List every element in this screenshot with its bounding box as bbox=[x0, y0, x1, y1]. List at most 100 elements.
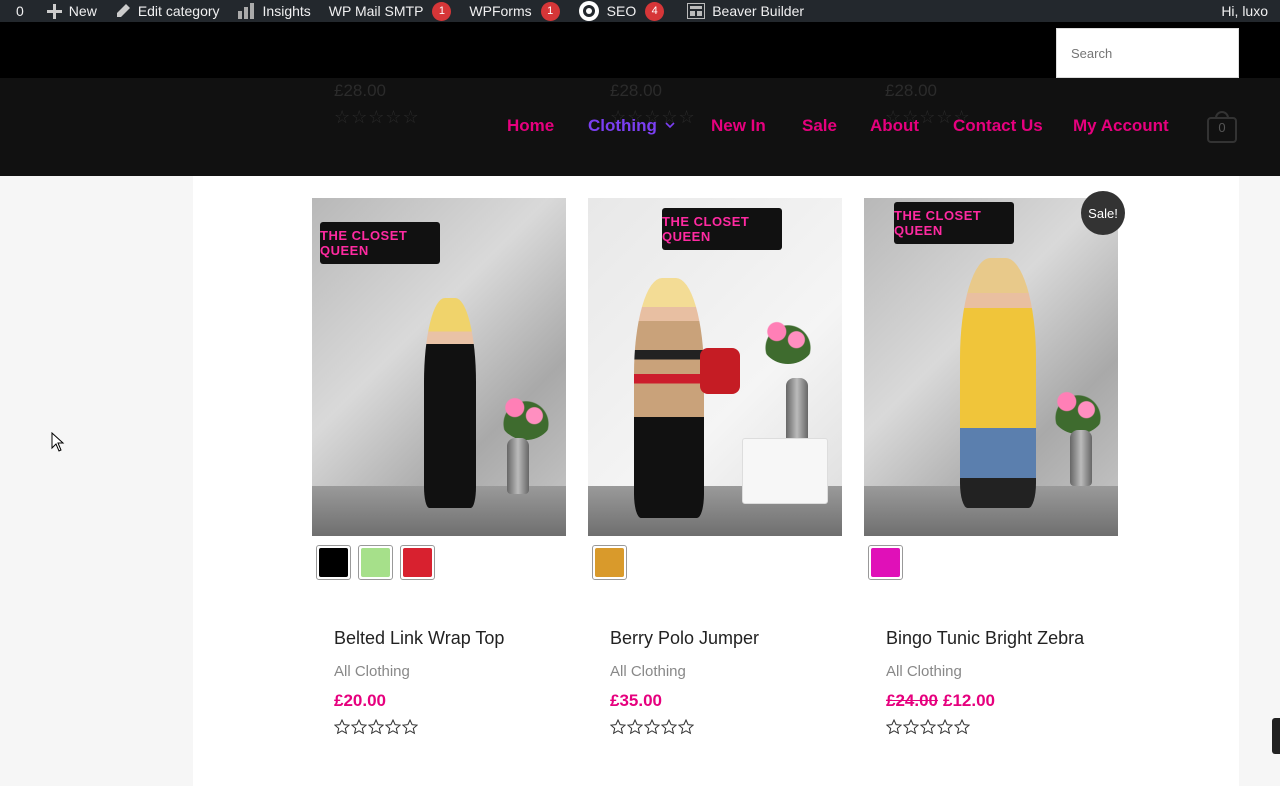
model-figure bbox=[960, 258, 1036, 508]
product-title[interactable]: Berry Polo Jumper bbox=[588, 628, 842, 649]
product-title[interactable]: Belted Link Wrap Top bbox=[312, 628, 566, 649]
product-image[interactable]: THE CLOSET QUEEN bbox=[864, 198, 1118, 536]
new-label: New bbox=[68, 3, 97, 19]
wp-mail-smtp-button[interactable]: WP Mail SMTP 1 bbox=[320, 0, 461, 22]
edit-category-label: Edit category bbox=[137, 3, 220, 19]
admin-counter[interactable]: 0 bbox=[0, 0, 33, 22]
star-icon bbox=[661, 719, 677, 735]
product-category: All Clothing bbox=[610, 663, 686, 680]
flowers bbox=[498, 386, 554, 440]
cart-count: 0 bbox=[1218, 120, 1226, 135]
greeting-label: Hi, luxo bbox=[1221, 3, 1268, 19]
nav-new-in[interactable]: New In bbox=[711, 116, 766, 136]
mouse-cursor-icon bbox=[51, 432, 65, 452]
product-category: All Clothing bbox=[886, 663, 962, 680]
star-icon bbox=[334, 719, 350, 735]
model-figure bbox=[424, 298, 476, 508]
nav-home[interactable]: Home bbox=[507, 116, 554, 136]
flowers bbox=[1050, 380, 1106, 434]
old-price: £24.00 bbox=[886, 691, 938, 710]
product-card: THE CLOSET QUEEN Bingo Tunic Bright Zebr… bbox=[864, 198, 1118, 735]
vase bbox=[507, 438, 529, 494]
nav-my-account[interactable]: My Account bbox=[1073, 116, 1169, 136]
price-value: £20.00 bbox=[334, 691, 386, 710]
star-icon bbox=[886, 719, 902, 735]
nav-clothing-label: Clothing bbox=[588, 116, 657, 135]
color-swatches bbox=[588, 545, 842, 580]
flowers bbox=[760, 310, 816, 364]
new-button[interactable]: New bbox=[33, 0, 106, 22]
swatch-green[interactable] bbox=[358, 545, 393, 580]
nav-clothing[interactable]: Clothing bbox=[588, 116, 675, 136]
star-icon bbox=[385, 719, 401, 735]
layout-icon bbox=[687, 3, 706, 19]
wpforms-label: WPForms bbox=[469, 3, 532, 19]
swatch-fill bbox=[871, 548, 900, 577]
seo-label: SEO bbox=[606, 3, 637, 19]
swatch-fill bbox=[361, 548, 390, 577]
product-category: All Clothing bbox=[334, 663, 410, 680]
star-icon bbox=[678, 719, 694, 735]
swatch-black[interactable] bbox=[316, 545, 351, 580]
account-greeting[interactable]: Hi, luxo bbox=[1212, 0, 1280, 22]
edit-category-button[interactable]: Edit category bbox=[106, 0, 229, 22]
star-icon bbox=[610, 719, 626, 735]
star-icon bbox=[903, 719, 919, 735]
store-sign: THE CLOSET QUEEN bbox=[894, 202, 1014, 244]
swatch-mustard[interactable] bbox=[592, 545, 627, 580]
ghost-price: £28.00 bbox=[610, 81, 662, 100]
swatch-magenta[interactable] bbox=[868, 545, 903, 580]
color-swatches bbox=[864, 545, 1118, 580]
seo-count: 4 bbox=[645, 1, 665, 21]
product-image[interactable]: THE CLOSET QUEEN bbox=[312, 198, 566, 536]
beaver-builder-button[interactable]: Beaver Builder bbox=[673, 0, 813, 22]
color-swatches bbox=[312, 545, 566, 580]
vase bbox=[786, 378, 808, 442]
gear-icon bbox=[578, 1, 599, 21]
swatch-fill bbox=[319, 548, 348, 577]
pencil-icon bbox=[116, 4, 130, 17]
product-image[interactable]: THE CLOSET QUEEN bbox=[588, 198, 842, 536]
store-sign: THE CLOSET QUEEN bbox=[320, 222, 440, 264]
price-value: £35.00 bbox=[610, 691, 662, 710]
swatch-fill bbox=[595, 548, 624, 577]
product-price: £20.00 bbox=[312, 691, 566, 711]
ghost-price: £28.00 bbox=[334, 81, 386, 100]
wp-mail-smtp-count: 1 bbox=[432, 1, 452, 21]
star-rating bbox=[588, 719, 842, 735]
nav-about[interactable]: About bbox=[870, 116, 919, 136]
wp-mail-smtp-label: WP Mail SMTP bbox=[328, 3, 424, 19]
bar-chart-icon bbox=[237, 3, 254, 19]
swatch-red[interactable] bbox=[400, 545, 435, 580]
search-input[interactable] bbox=[1056, 28, 1239, 78]
product-price: £24.00 £12.00 bbox=[864, 691, 1118, 711]
seo-button[interactable]: SEO 4 bbox=[569, 0, 674, 22]
star-icon bbox=[954, 719, 970, 735]
scroll-to-top-tab[interactable] bbox=[1272, 718, 1280, 754]
star-icon bbox=[920, 719, 936, 735]
nav-contact-us[interactable]: Contact Us bbox=[953, 116, 1043, 136]
plus-icon bbox=[46, 3, 62, 19]
nav-sale[interactable]: Sale bbox=[802, 116, 837, 136]
star-icon bbox=[937, 719, 953, 735]
wpforms-button[interactable]: WPForms 1 bbox=[460, 0, 568, 22]
star-icon bbox=[402, 719, 418, 735]
vase bbox=[1070, 430, 1092, 486]
star-icon bbox=[627, 719, 643, 735]
chevron-down-icon bbox=[665, 122, 675, 129]
store-sign: THE CLOSET QUEEN bbox=[662, 208, 782, 250]
main-nav: Home Clothing New In Sale About Contact … bbox=[0, 116, 1280, 140]
sale-badge: Sale! bbox=[1081, 191, 1125, 235]
site-header: £28.00 £28.00 £28.00 ☆☆☆☆☆ ☆☆☆☆☆ ☆☆☆☆☆ H… bbox=[0, 78, 1280, 176]
side-table bbox=[742, 438, 828, 504]
insights-button[interactable]: Insights bbox=[229, 0, 320, 22]
admin-bar: 0 New Edit category Insights WP Mail SMT… bbox=[0, 0, 1280, 22]
star-rating bbox=[864, 719, 1118, 735]
admin-counter-value: 0 bbox=[16, 3, 24, 19]
star-icon bbox=[351, 719, 367, 735]
product-price: £35.00 bbox=[588, 691, 842, 711]
swatch-fill bbox=[403, 548, 432, 577]
product-title[interactable]: Bingo Tunic Bright Zebra bbox=[864, 628, 1118, 649]
star-icon bbox=[368, 719, 384, 735]
price-value: £12.00 bbox=[943, 691, 995, 710]
